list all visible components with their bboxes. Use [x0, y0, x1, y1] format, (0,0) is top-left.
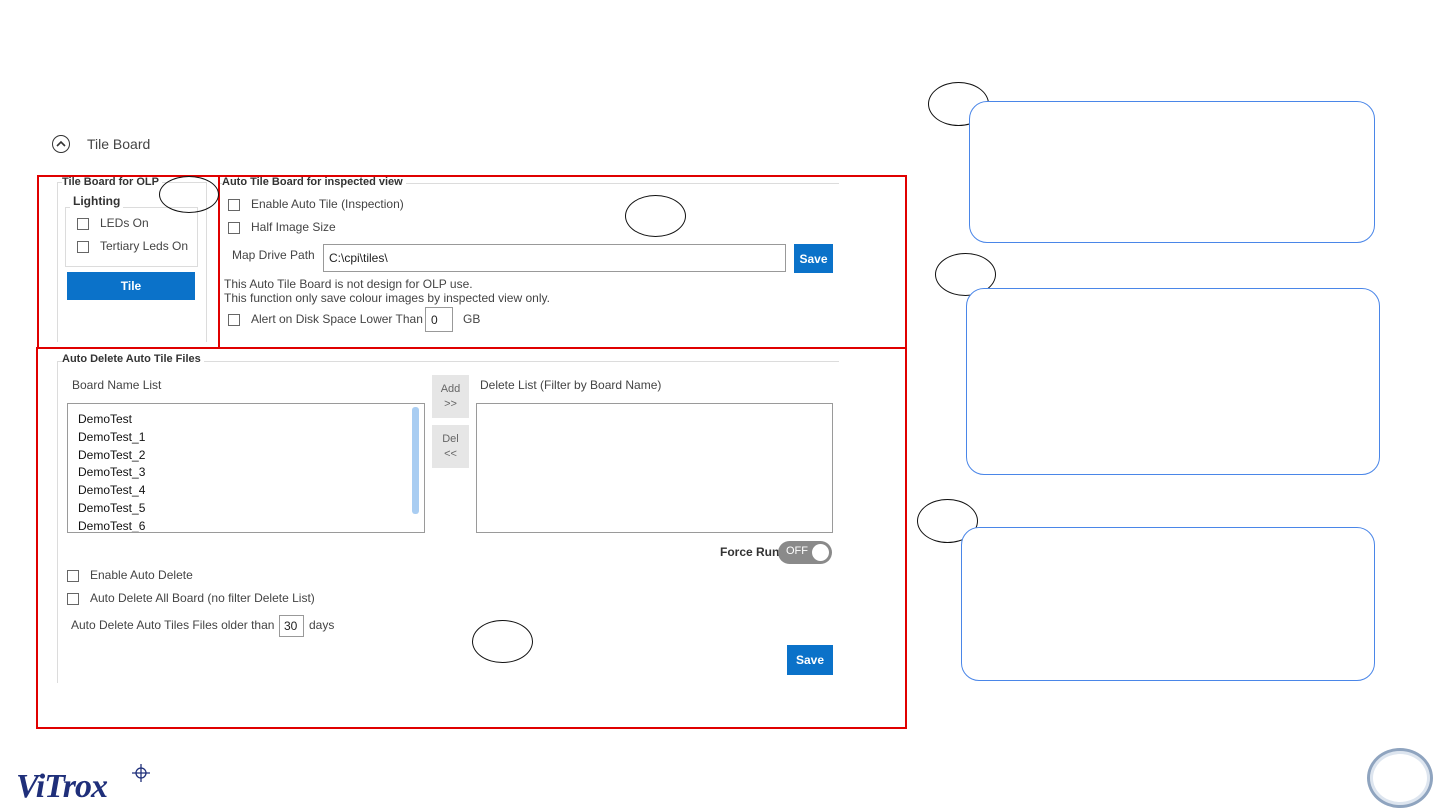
collapse-toggle-icon[interactable] [52, 135, 70, 153]
marker-ellipse-1 [159, 176, 219, 213]
highlight-box-auto-tile [218, 175, 907, 349]
vitrox-logo: ViTrox [16, 764, 151, 806]
callout-box-3 [961, 527, 1375, 681]
callout-box-2 [966, 288, 1380, 475]
marker-ellipse-2 [625, 195, 686, 237]
logo-text: ViTrox [16, 768, 108, 805]
logo-crosshair-icon [132, 764, 150, 782]
marker-ellipse-3 [472, 620, 533, 663]
section-title: Tile Board [87, 136, 151, 152]
slide-page-badge-icon [1367, 748, 1433, 808]
callout-box-1 [969, 101, 1375, 243]
highlight-box-auto-delete [36, 347, 907, 729]
